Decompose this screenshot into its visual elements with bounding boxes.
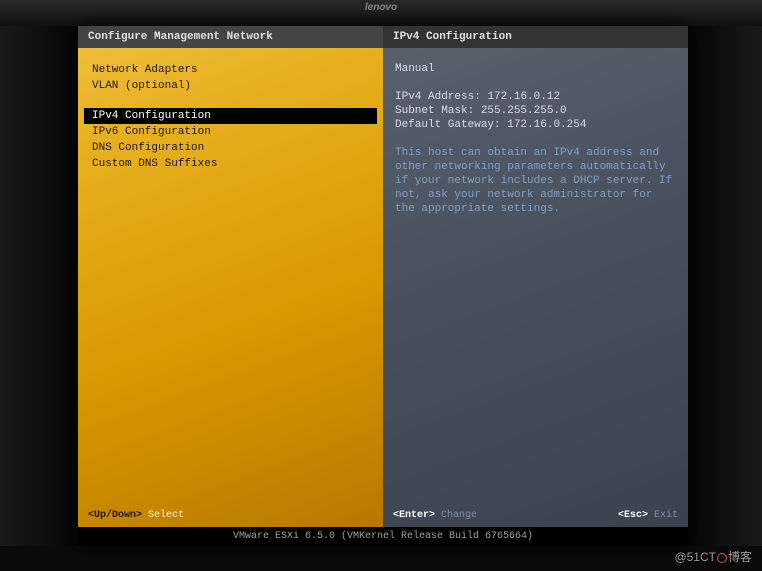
default-gateway-value: 172.16.0.254 [507,119,586,131]
footer-hint-esc: <Esc> Exit [618,510,678,521]
footer-key-enter: <Enter> [393,510,435,521]
bezel-left [0,26,78,546]
left-panel: Configure Management Network Network Ada… [78,26,383,527]
monitor-frame: lenovo Configure Management Network Netw… [0,0,762,571]
description-text: This host can obtain an IPv4 address and… [395,146,676,216]
footer-key-esc: <Esc> [618,510,648,521]
main-area: Configure Management Network Network Ada… [78,26,688,527]
subnet-mask-value: 255.255.255.0 [481,105,567,117]
subnet-mask-label: Subnet Mask: [395,105,474,117]
menu-item-custom-dns-suffixes[interactable]: Custom DNS Suffixes [88,156,373,172]
monitor-brand: lenovo [0,0,762,26]
config-mode: Manual [395,62,676,76]
ipv4-address-value: 172.16.0.12 [487,91,560,103]
default-gateway-line: Default Gateway: 172.16.0.254 [395,118,676,132]
right-content: Manual IPv4 Address: 172.16.0.12 Subnet … [383,48,688,230]
menu-item-vlan[interactable]: VLAN (optional) [88,78,373,94]
ipv4-address-label: IPv4 Address: [395,91,481,103]
left-panel-title: Configure Management Network [78,26,383,48]
menu-gap [88,94,373,108]
menu-item-ipv4-configuration[interactable]: IPv4 Configuration [84,108,377,124]
footer-action-exit: Exit [654,510,678,521]
footer-key-updown: <Up/Down> [88,510,142,521]
watermark: @51CT 博客 [674,548,752,565]
menu-section: Network Adapters VLAN (optional) IPv4 Co… [78,48,383,172]
circle-icon [717,553,727,563]
menu-item-network-adapters[interactable]: Network Adapters [88,62,373,78]
subnet-mask-line: Subnet Mask: 255.255.255.0 [395,104,676,118]
menu-item-dns-configuration[interactable]: DNS Configuration [88,140,373,156]
right-footer: <Enter> Change <Esc> Exit [383,504,688,527]
watermark-text-suffix: 博客 [728,550,752,564]
footer-action-select: Select [148,510,184,521]
watermark-text-prefix: @51CT [674,550,716,564]
left-footer: <Up/Down> Select [78,504,383,527]
footer-hint-enter: <Enter> Change [393,510,477,521]
status-bar: VMware ESXi 6.5.0 (VMKernel Release Buil… [78,527,688,546]
right-panel-title: IPv4 Configuration [383,26,688,48]
footer-action-change: Change [441,510,477,521]
menu-item-ipv6-configuration[interactable]: IPv6 Configuration [88,124,373,140]
ipv4-address-line: IPv4 Address: 172.16.0.12 [395,90,676,104]
default-gateway-label: Default Gateway: [395,119,501,131]
right-panel: IPv4 Configuration Manual IPv4 Address: … [383,26,688,527]
bezel-right [688,26,762,546]
screen: Configure Management Network Network Ada… [78,26,688,546]
